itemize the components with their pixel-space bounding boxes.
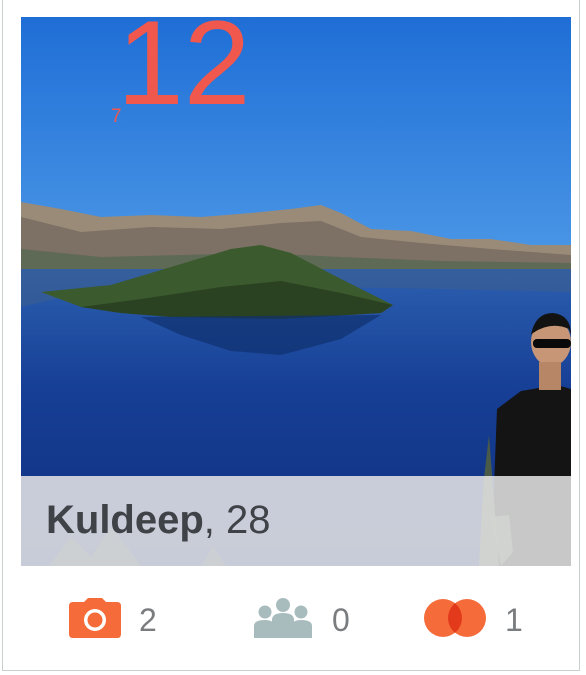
photos-stat[interactable]: 2: [69, 597, 157, 643]
camera-icon: [69, 597, 121, 643]
name-age-separator: ,: [203, 498, 215, 542]
friends-stat[interactable]: 0: [252, 597, 350, 643]
mutual-interests-stat[interactable]: 1: [423, 598, 523, 643]
mutual-count: 1: [505, 601, 523, 638]
small-counter: 7: [111, 106, 122, 127]
profile-photo[interactable]: 12 7 Kuldeep, 28: [21, 17, 571, 566]
profile-name-age: Kuldeep, 28: [46, 498, 271, 543]
photos-count: 2: [139, 601, 157, 638]
profile-age: 28: [226, 498, 271, 542]
friends-count: 0: [332, 601, 350, 638]
interests-overlap-icon: [423, 598, 487, 643]
name-overlay: Kuldeep, 28: [21, 476, 571, 566]
people-icon: [252, 597, 314, 643]
big-counter: 12: [117, 17, 251, 130]
profile-name: Kuldeep: [46, 498, 204, 542]
profile-card[interactable]: 12 7 Kuldeep, 28 2 0 1: [2, 0, 580, 671]
stats-bar: 2 0 1: [3, 566, 581, 671]
